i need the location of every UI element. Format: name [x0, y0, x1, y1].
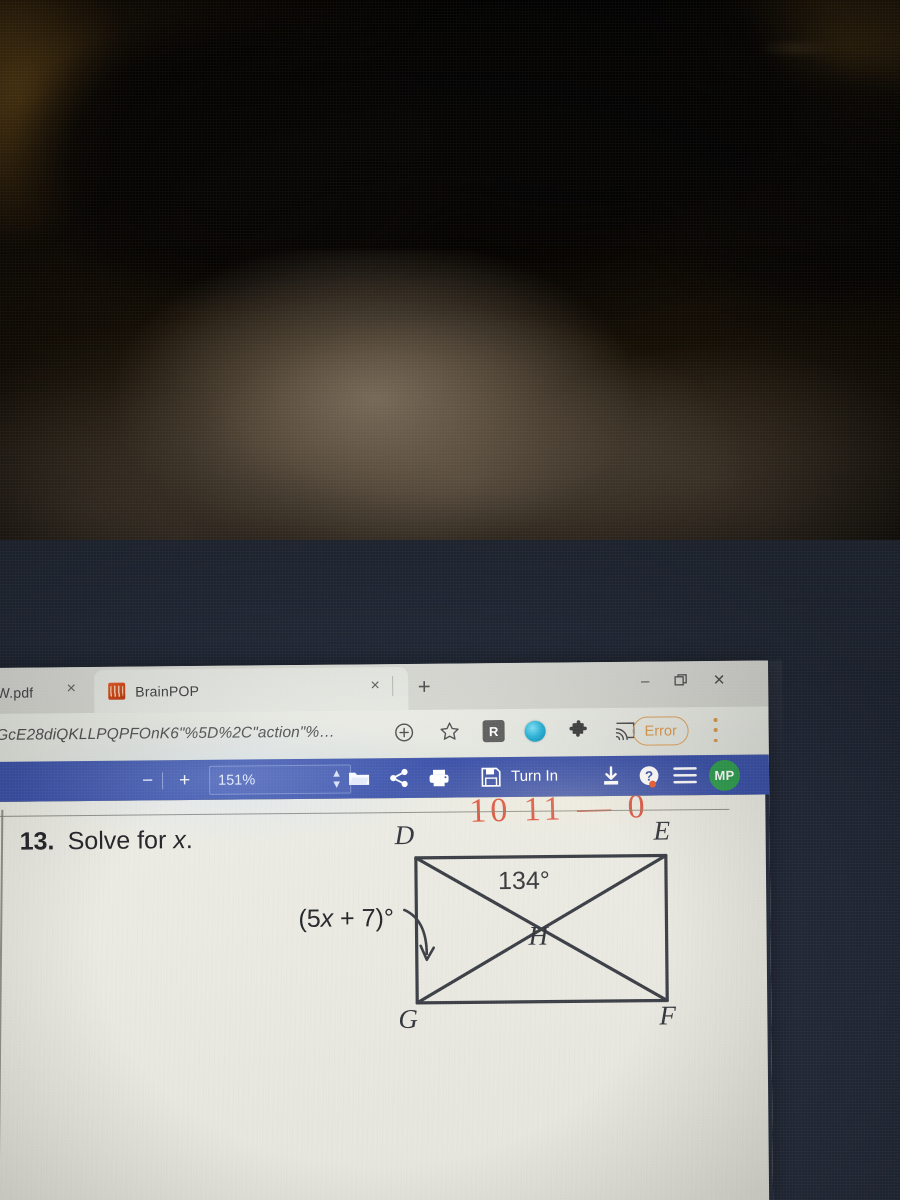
browser-window: CW.pdf × BrainPOP × + – ✕ 33GcE28diQKLLP…	[0, 660, 774, 1200]
question-text-post: .	[185, 826, 193, 855]
zoom-level-select[interactable]: 151% ▲ ▼	[208, 764, 352, 795]
angle-label-expression: (5x + 7)°	[298, 904, 394, 934]
screenshot-stage: CW.pdf × BrainPOP × + – ✕ 33GcE28diQKLLP…	[0, 0, 900, 1200]
zoom-level-value: 151%	[218, 771, 256, 789]
error-badge[interactable]: Error	[632, 716, 690, 746]
geometry-figure: D E F G H 134° (5x + 7)°	[275, 815, 719, 1199]
brainpop-favicon	[108, 682, 126, 700]
new-tab-button[interactable]: +	[413, 674, 435, 699]
question-number: 13.	[19, 827, 55, 856]
pdf-document-viewport[interactable]: 10 11 — 0 13. Solve for x. D E F G H 134…	[0, 794, 774, 1200]
question-variable: x	[173, 826, 186, 855]
save-floppy-icon[interactable]	[479, 766, 503, 788]
user-avatar[interactable]: MP	[708, 759, 741, 792]
extensions-puzzle-icon[interactable]	[566, 717, 592, 743]
omnibox-icon-group: R	[391, 717, 638, 745]
restore-icon	[674, 674, 687, 686]
folder-icon[interactable]	[347, 767, 371, 789]
vertex-label-F: F	[659, 1000, 677, 1031]
bookmark-star-icon[interactable]	[437, 718, 463, 744]
window-close-button[interactable]: ✕	[708, 672, 730, 689]
zoom-in-button[interactable]: +	[179, 770, 190, 791]
tab-close-cw-pdf[interactable]: ×	[62, 680, 80, 699]
zoom-spinner-icon: ▲ ▼	[331, 767, 343, 791]
room-background-photo	[0, 0, 900, 560]
angle-label-134: 134°	[497, 866, 550, 896]
turn-in-button[interactable]: Turn In	[511, 768, 558, 785]
download-icon[interactable]	[599, 765, 623, 787]
window-minimize-button[interactable]: –	[634, 673, 656, 690]
extension-blue-icon[interactable]	[524, 720, 546, 742]
screen-glare	[0, 540, 900, 680]
rectangle-diagonals-svg	[403, 853, 669, 1005]
tab-divider	[392, 676, 394, 697]
vertex-label-G: G	[398, 1003, 419, 1035]
tab-strip: CW.pdf × BrainPOP × + – ✕	[0, 660, 769, 714]
extension-r-icon[interactable]: R	[482, 720, 505, 743]
page-margin-line	[0, 809, 3, 1200]
add-to-page-icon[interactable]	[391, 719, 417, 745]
room-vignette	[0, 0, 900, 560]
tab-close-brainpop[interactable]: ×	[366, 677, 384, 696]
tab-brainpop[interactable]: BrainPOP	[94, 666, 409, 713]
vertex-label-D: D	[394, 819, 415, 851]
question-text-pre: Solve for	[67, 826, 174, 856]
expr-pre: (5	[298, 904, 321, 934]
omnibox-row: 33GcE28diQKLLPQPFOnK6"%5D%2C"action"%… R…	[0, 706, 769, 762]
vertex-label-E: E	[653, 815, 671, 846]
print-icon[interactable]	[427, 767, 451, 789]
tab-label: CW.pdf	[0, 684, 34, 701]
browser-menu-button[interactable]	[713, 717, 719, 743]
document-page: 10 11 — 0 13. Solve for x. D E F G H 134…	[0, 794, 770, 1200]
intersection-label-H: H	[528, 920, 549, 951]
share-icon[interactable]	[387, 767, 411, 789]
toolbar-divider	[162, 771, 164, 789]
expr-post: + 7)°	[333, 904, 395, 933]
url-text[interactable]: 33GcE28diQKLLPQPFOnK6"%5D%2C"action"%…	[0, 724, 335, 745]
window-restore-button[interactable]	[670, 673, 692, 689]
zoom-out-button[interactable]: −	[142, 770, 153, 791]
hamburger-menu-icon[interactable]	[673, 764, 697, 786]
help-notification-dot	[649, 780, 657, 788]
expr-variable: x	[320, 904, 334, 933]
question-text: Solve for x.	[68, 826, 193, 856]
tab-label: BrainPOP	[135, 682, 200, 700]
